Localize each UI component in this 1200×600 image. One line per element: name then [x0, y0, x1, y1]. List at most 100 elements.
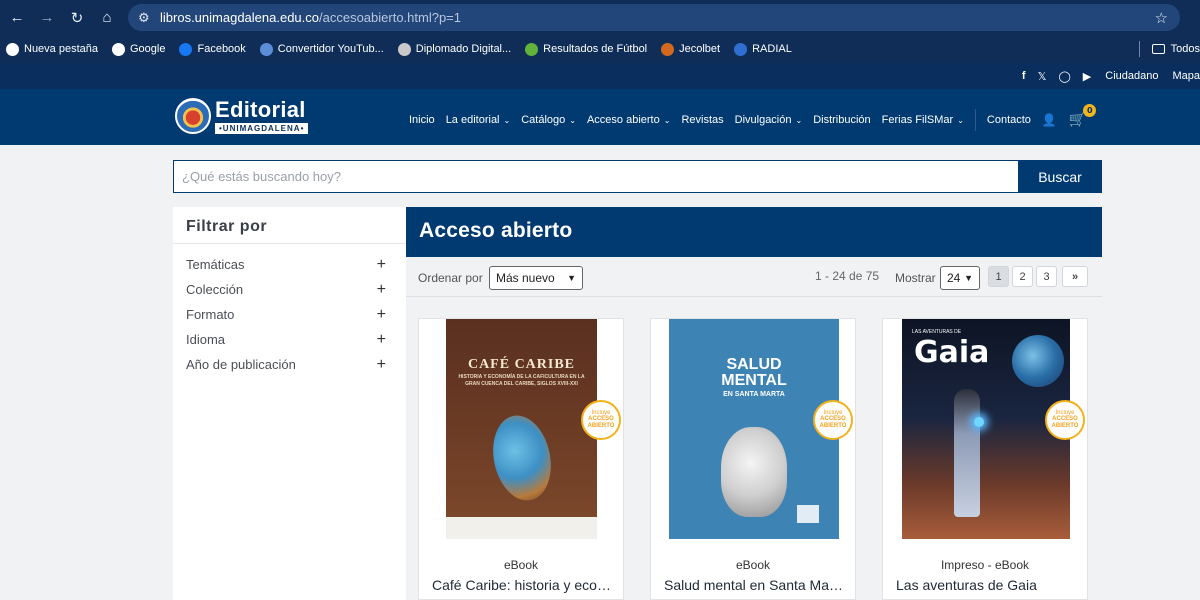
url-text[interactable]: libros.unimagdalena.edu.co/accesoabierto…	[160, 10, 461, 25]
book-cover-gaia[interactable]: LAS AVENTURAS DE Gaia	[902, 319, 1070, 539]
search-button[interactable]: Buscar	[1018, 160, 1102, 193]
next-pages-button[interactable]: »	[1062, 266, 1088, 287]
home-icon[interactable]: ⌂	[92, 3, 122, 33]
menu-item[interactable]: Acceso abierto ⌄	[587, 114, 670, 126]
bookmark-label: Diplomado Digital...	[415, 43, 512, 55]
address-bar[interactable]: ⚙ libros.unimagdalena.edu.co/accesoabier…	[128, 4, 1180, 31]
card-title[interactable]: Café Caribe: historia y eco…	[432, 577, 612, 593]
card-title[interactable]: Salud mental en Santa Mar…	[664, 577, 844, 593]
planet-earth-image	[1012, 335, 1064, 387]
forward-icon[interactable]: →	[32, 3, 62, 33]
filter-item[interactable]: Formato +	[173, 302, 406, 327]
page-1-button[interactable]: 1	[988, 266, 1009, 287]
page-2-label: 2	[1019, 270, 1026, 283]
bookmark-item[interactable]: RADIAL	[734, 42, 792, 56]
girl-figure-image	[954, 389, 980, 517]
page-size-select[interactable]: 24 ▼	[940, 266, 980, 290]
bookmarks-divider	[1138, 41, 1140, 57]
ciudadano-link[interactable]: Ciudadano	[1105, 70, 1158, 82]
page-1-label: 1	[995, 270, 1002, 283]
bookmark-favicon-icon	[397, 42, 411, 56]
filter-label: Año de publicación	[186, 357, 296, 372]
cover-title: Gaia	[914, 335, 990, 370]
filter-item[interactable]: Año de publicación +	[173, 352, 406, 377]
site-info-icon[interactable]: ⚙	[138, 10, 158, 26]
all-bookmarks[interactable]: Todos	[1138, 41, 1200, 57]
bookmark-favicon-icon	[734, 42, 748, 56]
card-format: Impreso - eBook	[940, 558, 1030, 572]
bookmarks-bar: Nueva pestaña Google Facebook Convertidor Y…	[0, 35, 1200, 63]
card-format: eBook	[735, 558, 771, 572]
glowing-light-image	[974, 417, 984, 427]
sort-select[interactable]: Más nuevo ▼	[489, 266, 583, 290]
search-input[interactable]	[173, 160, 1018, 193]
menu-item[interactable]: Revistas	[681, 114, 723, 126]
x-icon[interactable]: 𝕏	[1038, 70, 1047, 83]
bookmark-star-icon[interactable]: ☆	[1155, 9, 1168, 27]
site-top-strip: f 𝕏 ◯ ▶ Ciudadano Mapa	[0, 63, 1200, 89]
menu-item[interactable]: La editorial ⌄	[446, 114, 511, 126]
bookmark-favicon-icon	[661, 42, 675, 56]
youtube-icon[interactable]: ▶	[1083, 70, 1091, 83]
product-card[interactable]: CAFÉ CARIBE HISTORIA Y ECONOMÍA DE LA CA…	[418, 318, 624, 600]
menu-item-label: Divulgación	[734, 114, 792, 126]
plus-icon[interactable]: +	[377, 281, 386, 299]
cart-icon[interactable]: 🛒 0	[1069, 104, 1097, 128]
bookmark-favicon-icon	[259, 42, 273, 56]
statue-head-image	[721, 427, 787, 517]
facebook-icon[interactable]: f	[1022, 70, 1026, 82]
book-cover-cafe-caribe[interactable]: CAFÉ CARIBE HISTORIA Y ECONOMÍA DE LA CA…	[446, 319, 597, 539]
page-2-button[interactable]: 2	[1012, 266, 1033, 287]
filter-item[interactable]: Idioma +	[173, 327, 406, 352]
menu-item[interactable]: Divulgación ⌄	[735, 114, 803, 126]
bookmark-favicon-icon	[525, 42, 539, 56]
instagram-icon[interactable]: ◯	[1058, 70, 1070, 83]
cover-title: SALUD MENTAL	[721, 356, 787, 389]
menu-item[interactable]: Ferias FilSMar ⌄	[882, 114, 964, 126]
sort-label: Ordenar por	[418, 271, 483, 285]
search-bar: Buscar	[173, 160, 1102, 193]
menu-item[interactable]: Catálogo ⌄	[521, 114, 576, 126]
editorial-logo[interactable]: Editorial •UNIMAGDALENA•	[175, 98, 309, 134]
page-title: Acceso abierto	[406, 207, 1102, 257]
plus-icon[interactable]: +	[377, 256, 386, 274]
bookmark-item[interactable]: Convertidor YouTub...	[259, 42, 384, 56]
open-access-badge: Incluye ACCESO ABIERTO	[813, 400, 853, 440]
university-seal-icon	[175, 98, 211, 134]
badge-bottom-text: ACCESO ABIERTO	[819, 416, 847, 429]
plus-icon[interactable]: +	[377, 356, 386, 374]
badge-bottom-text: ACCESO ABIERTO	[587, 416, 615, 429]
filter-label: Formato	[186, 307, 235, 322]
open-access-badge: Incluye ACCESO ABIERTO	[1045, 400, 1085, 440]
menu-item[interactable]: Inicio	[409, 114, 435, 126]
next-pages-label: »	[1071, 270, 1079, 283]
book-cover-salud-mental[interactable]: SALUD MENTAL EN SANTA MARTA	[669, 319, 839, 539]
bookmark-label: Nueva pestaña	[24, 43, 98, 55]
filter-item[interactable]: Colección +	[173, 277, 406, 302]
menu-item-label: Ferias FilSMar	[881, 114, 954, 126]
filter-item[interactable]: Temáticas +	[173, 252, 406, 277]
reload-icon[interactable]: ↻	[62, 3, 92, 33]
plus-icon[interactable]: +	[377, 331, 386, 349]
product-card[interactable]: LAS AVENTURAS DE Gaia Incluye ACCESO ABI…	[882, 318, 1088, 600]
menu-item[interactable]: Distribución	[813, 114, 870, 126]
back-icon[interactable]: ←	[2, 3, 32, 33]
bookmark-item[interactable]: Google	[112, 42, 165, 56]
menu-item-label: Revistas	[681, 114, 724, 126]
plus-icon[interactable]: +	[377, 306, 386, 324]
bookmark-item[interactable]: Nueva pestaña	[6, 42, 98, 56]
product-card[interactable]: SALUD MENTAL EN SANTA MARTA Incluye ACCE…	[650, 318, 856, 600]
user-account-icon[interactable]: 👤	[1042, 113, 1057, 127]
bookmark-item[interactable]: Diplomado Digital...	[397, 42, 512, 56]
chevron-down-icon: ⌄	[569, 115, 576, 125]
bookmark-item[interactable]: Resultados de Fútbol	[525, 42, 647, 56]
bookmark-item[interactable]: Facebook	[179, 42, 246, 56]
menu-item[interactable]: Contacto	[987, 114, 1031, 126]
bookmark-label: Facebook	[197, 43, 246, 55]
bookmark-item[interactable]: Jecolbet	[661, 42, 720, 56]
page-3-button[interactable]: 3	[1036, 266, 1057, 287]
mapa-link[interactable]: Mapa	[1172, 70, 1200, 82]
show-label: Mostrar	[895, 271, 936, 285]
folder-icon	[1151, 44, 1165, 54]
card-title[interactable]: Las aventuras de Gaia	[896, 577, 1076, 593]
